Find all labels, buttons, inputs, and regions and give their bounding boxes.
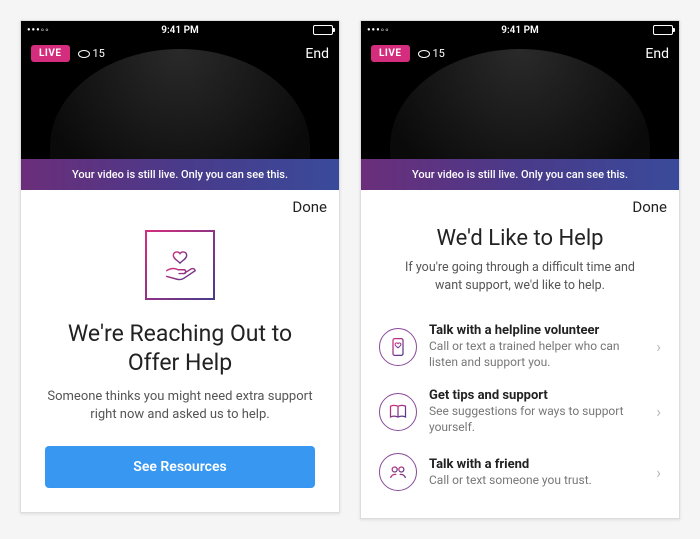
chevron-right-icon: ›	[656, 402, 661, 421]
help-sheet: Done We're Reaching Out to Offer Help So…	[21, 190, 339, 512]
viewer-count: 15	[78, 47, 105, 60]
sheet-body: If you're going through a difficult time…	[390, 259, 650, 294]
live-video-area: LIVE 15 End	[21, 39, 339, 159]
clock: 9:41 PM	[501, 25, 539, 36]
signal-strength: •••◦◦	[367, 25, 390, 36]
phone-screen-help-options: •••◦◦ 9:41 PM LIVE 15 End Your video is …	[360, 20, 680, 519]
option-subtitle: See suggestions for ways to support your…	[429, 404, 644, 435]
option-title: Talk with a friend	[429, 457, 644, 472]
option-subtitle: Call or text a trained helper who can li…	[429, 339, 644, 370]
people-icon	[379, 453, 417, 491]
status-bar: •••◦◦ 9:41 PM	[21, 21, 339, 39]
eye-icon	[418, 50, 430, 58]
status-bar: •••◦◦ 9:41 PM	[361, 21, 679, 39]
done-button[interactable]: Done	[632, 198, 667, 216]
sheet-title: We're Reaching Out to Offer Help	[45, 320, 315, 378]
option-tips[interactable]: Get tips and support See suggestions for…	[379, 379, 661, 444]
phone-heart-icon	[379, 328, 417, 366]
done-button[interactable]: Done	[292, 198, 327, 216]
signal-strength: •••◦◦	[27, 25, 50, 36]
privacy-notice: Your video is still live. Only you can s…	[361, 159, 679, 190]
help-options-sheet: Done We'd Like to Help If you're going t…	[361, 190, 679, 518]
option-helpline[interactable]: Talk with a helpline volunteer Call or t…	[379, 314, 661, 379]
option-title: Talk with a helpline volunteer	[429, 323, 644, 338]
book-icon	[379, 393, 417, 431]
hand-heart-icon	[145, 230, 215, 300]
see-resources-button[interactable]: See Resources	[45, 446, 315, 488]
option-title: Get tips and support	[429, 388, 644, 403]
chevron-right-icon: ›	[656, 463, 661, 482]
phone-screen-offer-help: •••◦◦ 9:41 PM LIVE 15 End Your video is …	[20, 20, 340, 513]
eye-icon	[78, 50, 90, 58]
live-badge: LIVE	[371, 45, 410, 62]
clock: 9:41 PM	[161, 25, 199, 36]
privacy-notice: Your video is still live. Only you can s…	[21, 159, 339, 190]
battery-indicator	[313, 25, 333, 35]
chevron-right-icon: ›	[656, 337, 661, 356]
end-button[interactable]: End	[305, 46, 329, 62]
live-video-area: LIVE 15 End	[361, 39, 679, 159]
viewer-count: 15	[418, 47, 445, 60]
sheet-title: We'd Like to Help	[379, 226, 661, 251]
option-subtitle: Call or text someone you trust.	[429, 473, 644, 489]
battery-indicator	[653, 25, 673, 35]
option-friend[interactable]: Talk with a friend Call or text someone …	[379, 444, 661, 500]
end-button[interactable]: End	[645, 46, 669, 62]
live-badge: LIVE	[31, 45, 70, 62]
sheet-body: Someone thinks you might need extra supp…	[45, 388, 315, 424]
